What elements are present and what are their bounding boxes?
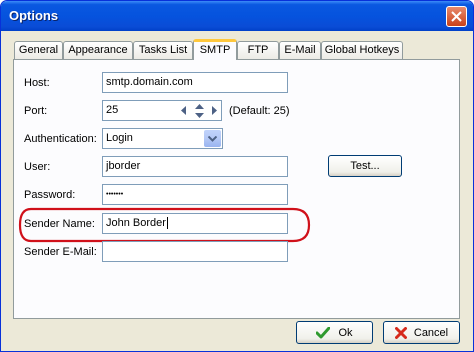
ok-label: Ok	[338, 326, 353, 339]
chevron-right-icon	[212, 106, 217, 115]
sender-email-label: Sender E-Mail:	[24, 246, 97, 258]
close-button[interactable]	[446, 6, 467, 27]
options-window: Options General Appearance Tasks List SM…	[0, 0, 474, 352]
authentication-value: Login	[106, 132, 133, 144]
checkmark-icon	[316, 326, 331, 338]
port-increment-button[interactable]	[207, 102, 221, 119]
title-bar[interactable]: Options	[1, 1, 473, 31]
tab-appearance[interactable]: Appearance	[63, 41, 133, 59]
chevron-down-icon	[208, 135, 217, 142]
window-title: Options	[9, 8, 59, 23]
text-cursor	[166, 217, 168, 230]
sender-email-input[interactable]	[102, 241, 288, 262]
user-label: User:	[24, 161, 51, 173]
test-button[interactable]: Test...	[328, 155, 402, 177]
host-label: Host:	[24, 77, 50, 89]
password-input[interactable]: •••••••	[102, 184, 288, 205]
tab-general[interactable]: General	[14, 41, 63, 59]
host-input[interactable]: smtp.domain.com	[102, 72, 288, 93]
port-default-note: (Default: 25)	[229, 105, 290, 117]
ok-button[interactable]: Ok	[296, 321, 373, 344]
authentication-dropdown-button[interactable]	[204, 130, 221, 147]
up-down-icon	[194, 103, 204, 118]
test-button-label: Test...	[350, 160, 380, 172]
close-icon	[451, 11, 462, 22]
tab-ftp[interactable]: FTP	[237, 41, 279, 59]
authentication-label: Authentication:	[24, 133, 97, 145]
port-spinner[interactable]: 25	[102, 100, 222, 121]
tab-global-hotkeys[interactable]: Global Hotkeys	[321, 41, 403, 59]
user-input[interactable]: jborder	[102, 156, 288, 177]
sender-name-input[interactable]: John Border	[102, 213, 288, 234]
port-step-button[interactable]	[192, 102, 206, 119]
cancel-button[interactable]: Cancel	[383, 321, 460, 344]
dialog-body: General Appearance Tasks List SMTP FTP E…	[4, 31, 470, 348]
tab-tasks-list[interactable]: Tasks List	[133, 41, 193, 59]
tab-smtp[interactable]: SMTP	[193, 39, 237, 60]
port-decrement-button[interactable]	[177, 102, 191, 119]
cancel-x-icon	[394, 326, 407, 339]
password-label: Password:	[24, 189, 76, 201]
sender-name-value: John Border	[106, 217, 166, 229]
sender-name-label: Sender Name:	[24, 218, 95, 230]
chevron-left-icon	[181, 106, 186, 115]
cancel-label: Cancel	[413, 326, 449, 339]
tab-email[interactable]: E-Mail	[279, 41, 321, 59]
port-value: 25	[106, 104, 119, 116]
port-label: Port:	[24, 105, 48, 117]
smtp-panel: Host: smtp.domain.com Port: 25 (Default:…	[13, 59, 460, 319]
authentication-select[interactable]: Login	[102, 128, 223, 149]
